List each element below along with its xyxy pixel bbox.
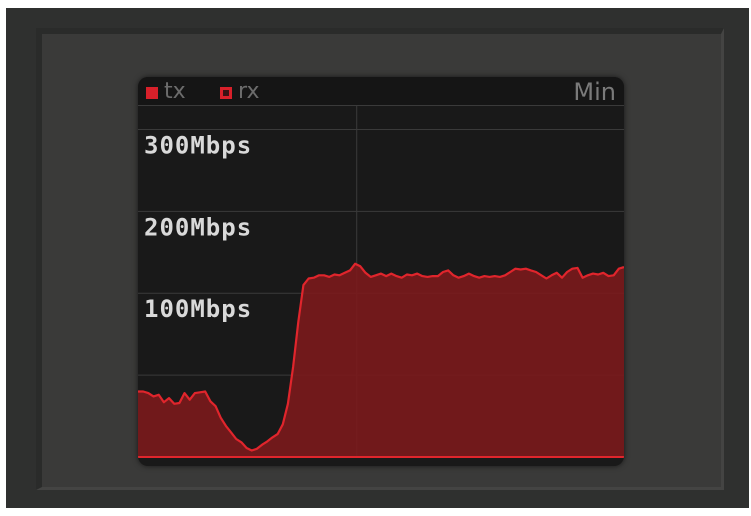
y-tick-label: 200Mbps bbox=[144, 213, 252, 241]
time-period-selector[interactable]: Min bbox=[573, 79, 616, 105]
rx-legend-label[interactable]: rx bbox=[238, 81, 259, 103]
device-photo: tx rx Min 400Mbps300Mbps200Mbps100Mbps bbox=[0, 0, 751, 516]
y-tick-label: 300Mbps bbox=[144, 131, 252, 159]
tx-legend-label[interactable]: tx bbox=[164, 81, 186, 103]
rx-legend-swatch-icon[interactable] bbox=[220, 87, 232, 99]
y-tick-label: 100Mbps bbox=[144, 295, 252, 323]
traffic-area-chart: 400Mbps300Mbps200Mbps100Mbps bbox=[138, 105, 624, 458]
graph-legend: tx rx Min bbox=[138, 77, 624, 106]
traffic-graph-screen: tx rx Min 400Mbps300Mbps200Mbps100Mbps bbox=[138, 77, 624, 466]
tx-legend-swatch-icon[interactable] bbox=[146, 87, 158, 99]
